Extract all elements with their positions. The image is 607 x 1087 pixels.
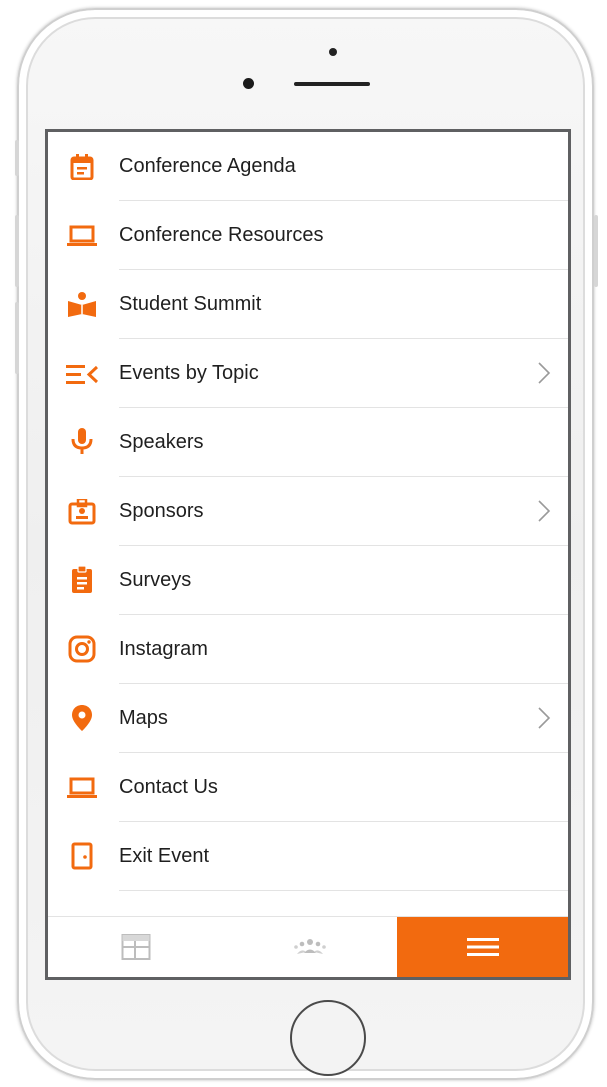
app-screen: Conference Agenda Conference Resources S… <box>45 129 571 980</box>
menu-item-maps[interactable]: Maps <box>48 684 568 753</box>
menu-item-sponsors[interactable]: Sponsors <box>48 477 568 546</box>
event-menu: Conference Agenda Conference Resources S… <box>48 132 568 891</box>
menu-item-label: Surveys <box>119 569 192 591</box>
badge-icon <box>66 499 98 525</box>
laptop-icon <box>66 775 98 801</box>
menu-item-instagram[interactable]: Instagram <box>48 615 568 684</box>
menu-item-label: Conference Agenda <box>119 155 296 177</box>
front-sensor <box>329 48 337 56</box>
menu-item-events-by-topic[interactable]: Events by Topic <box>48 339 568 408</box>
chevron-right-icon <box>538 707 551 729</box>
menu-item-label: Exit Event <box>119 845 210 867</box>
exit-door-icon <box>66 842 98 870</box>
laptop-icon <box>66 223 98 249</box>
menu-item-student-summit[interactable]: Student Summit <box>48 270 568 339</box>
menu-item-label: Speakers <box>119 431 204 453</box>
mute-switch <box>15 140 19 176</box>
volume-up-button <box>15 215 19 287</box>
menu-item-conference-agenda[interactable]: Conference Agenda <box>48 132 568 201</box>
chevron-right-icon <box>538 362 551 384</box>
power-button <box>594 215 598 287</box>
menu-item-label: Events by Topic <box>119 362 259 384</box>
tab-schedule[interactable] <box>48 917 223 977</box>
student-reading-icon <box>66 292 98 318</box>
menu-item-label: Maps <box>119 707 168 729</box>
schedule-icon <box>121 934 150 960</box>
calendar-icon <box>66 154 98 180</box>
menu-item-contact-us[interactable]: Contact Us <box>48 753 568 822</box>
menu-item-label: Sponsors <box>119 500 204 522</box>
divider <box>119 890 568 891</box>
earpiece-speaker <box>294 82 370 86</box>
home-button[interactable] <box>290 1000 366 1076</box>
front-camera <box>243 78 254 89</box>
microphone-icon <box>66 428 98 456</box>
menu-item-label: Instagram <box>119 638 208 660</box>
clipboard-icon <box>66 566 98 594</box>
tab-attendees[interactable] <box>223 917 397 977</box>
volume-down-button <box>15 302 19 374</box>
instagram-icon <box>66 635 98 663</box>
topic-list-icon <box>66 361 98 387</box>
hamburger-menu-icon <box>466 938 499 956</box>
menu-item-surveys[interactable]: Surveys <box>48 546 568 615</box>
bottom-tab-bar <box>48 916 568 977</box>
attendees-icon <box>294 939 326 954</box>
menu-item-label: Student Summit <box>119 293 262 315</box>
menu-item-exit-event[interactable]: Exit Event <box>48 822 568 891</box>
menu-item-speakers[interactable]: Speakers <box>48 408 568 477</box>
chevron-right-icon <box>538 500 551 522</box>
menu-item-label: Contact Us <box>119 776 218 798</box>
menu-item-conference-resources[interactable]: Conference Resources <box>48 201 568 270</box>
menu-item-label: Conference Resources <box>119 224 324 246</box>
tab-menu[interactable] <box>397 917 568 977</box>
map-pin-icon <box>66 705 98 732</box>
